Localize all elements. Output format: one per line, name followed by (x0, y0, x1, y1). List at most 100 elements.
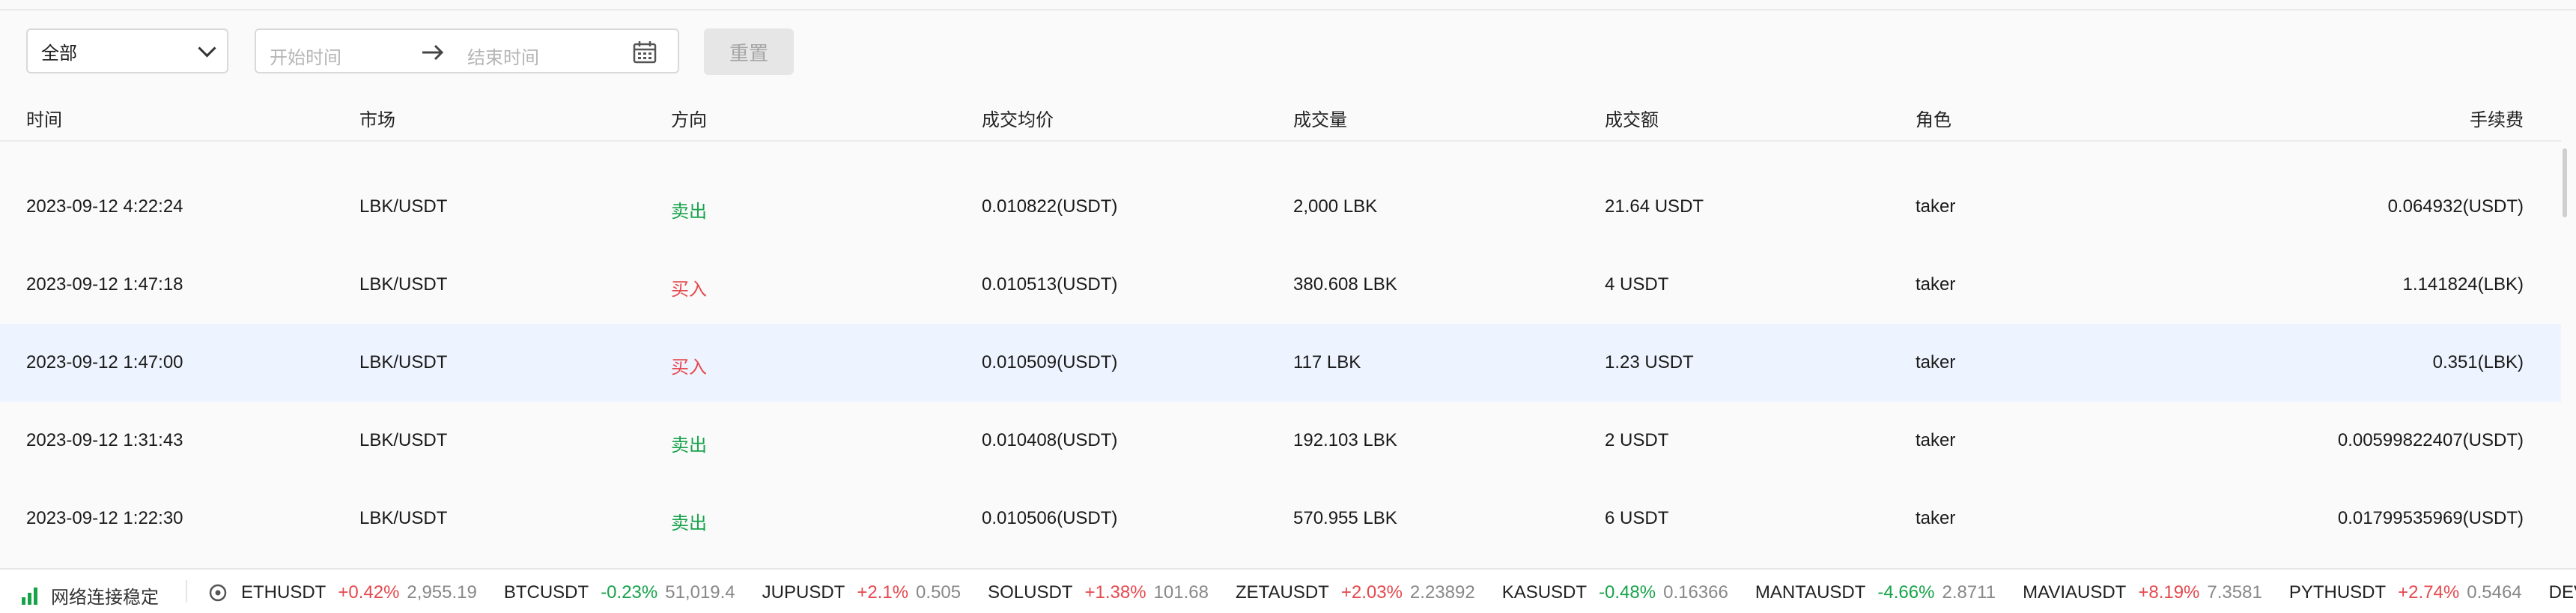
ticker-symbol: MAVIAUSDT (2023, 582, 2127, 603)
start-date-input[interactable]: 开始时间 (270, 43, 341, 69)
ticker-item[interactable]: DEVVEUS (2549, 582, 2576, 603)
cell-amount: 21.64 USDT (1605, 196, 1704, 217)
ticker-item[interactable]: MANTAUSDT -4.66% 2.8711 (1755, 582, 1996, 603)
ticker-change: +0.42% (338, 582, 400, 603)
date-range-picker[interactable]: 开始时间 结束时间 (255, 28, 679, 73)
cell-side: 卖出 (671, 513, 707, 534)
ticker-price: 51,019.4 (665, 582, 735, 603)
ticker-price: 7.3581 (2207, 582, 2262, 603)
signal-icon (22, 587, 37, 605)
ticker-change: -0.48% (1599, 582, 1656, 603)
ticker-symbol: DEVVEUS (2548, 582, 2576, 603)
cell-market: LBK/USDT (359, 196, 448, 217)
cell-avg-price: 0.010822(USDT) (982, 196, 1118, 217)
col-header-time: 时间 (26, 110, 62, 130)
ticker-price: 101.68 (1153, 582, 1209, 603)
ticker-item[interactable]: KASUSDT -0.48% 0.16366 (1502, 582, 1728, 603)
col-header-fee: 手续费 (2470, 110, 2524, 130)
cell-volume: 380.608 LBK (1293, 274, 1397, 295)
calendar-icon[interactable] (632, 40, 657, 68)
table-row[interactable]: 2023-09-12 1:31:43 LBK/USDT 卖出 0.010408(… (0, 402, 2561, 480)
cell-avg-price: 0.010408(USDT) (982, 430, 1118, 450)
cell-role: taker (1916, 196, 1956, 217)
arrow-right-icon (421, 41, 445, 67)
ticker-price: 2.23892 (1409, 582, 1475, 603)
cell-market: LBK/USDT (359, 508, 448, 528)
ticker-item[interactable]: ETHUSDT +0.42% 2,955.19 (241, 582, 477, 603)
cell-fee: 0.351(LBK) (2432, 352, 2524, 372)
col-header-role: 角色 (1916, 110, 1951, 130)
col-header-avg-price: 成交均价 (982, 110, 1054, 130)
cell-fee: 0.064932(USDT) (2387, 196, 2524, 217)
cell-market: LBK/USDT (359, 274, 448, 295)
ticker-change: +1.38% (1084, 582, 1146, 603)
cell-fee: 0.00599822407(USDT) (2337, 430, 2524, 450)
top-divider (0, 9, 2576, 10)
cell-role: taker (1916, 352, 1956, 372)
ticker-symbol: SOLUSDT (988, 582, 1073, 603)
col-header-market: 市场 (359, 110, 395, 130)
chevron-down-icon (198, 38, 216, 58)
cell-market: LBK/USDT (359, 430, 448, 450)
reset-button[interactable]: 重置 (704, 28, 794, 75)
cell-role: taker (1916, 274, 1956, 295)
ticker-item[interactable]: SOLUSDT +1.38% 101.68 (988, 582, 1209, 603)
ticker-item[interactable]: JUPUSDT +2.1% 0.505 (762, 582, 961, 603)
ticker-symbol: ETHUSDT (241, 582, 326, 603)
cell-fee: 0.01799535969(USDT) (2337, 508, 2524, 528)
ticker-price: 0.16366 (1663, 582, 1728, 603)
table-row[interactable]: 2023-09-12 4:22:24 LBK/USDT 卖出 0.010822(… (0, 168, 2561, 246)
cell-volume: 192.103 LBK (1293, 430, 1397, 450)
cell-volume: 570.955 LBK (1293, 508, 1397, 528)
header-divider (0, 140, 2561, 142)
connection-status-text: 网络连接稳定 (51, 588, 159, 608)
ticker-item[interactable]: BTCUSDT -0.23% 51,019.4 (504, 582, 735, 603)
end-date-input[interactable]: 结束时间 (467, 43, 539, 69)
ticker-change: +2.74% (2398, 582, 2460, 603)
col-header-side: 方向 (671, 110, 707, 130)
cell-amount: 4 USDT (1605, 274, 1669, 295)
status-divider (186, 580, 187, 603)
cell-volume: 117 LBK (1293, 352, 1361, 372)
table-scrollbar[interactable] (2563, 148, 2567, 217)
cell-amount: 1.23 USDT (1605, 352, 1694, 372)
cell-side: 买入 (671, 280, 707, 300)
cell-time: 2023-09-12 1:31:43 (26, 430, 183, 450)
ticker-symbol: JUPUSDT (762, 582, 845, 603)
cell-time: 2023-09-12 1:22:30 (26, 508, 183, 528)
cell-amount: 6 USDT (1605, 508, 1669, 528)
cell-side: 买入 (671, 357, 707, 378)
price-ticker: ETHUSDT +0.42% 2,955.19 BTCUSDT -0.23% 51,019… (241, 582, 2576, 603)
market-select[interactable]: 全部 (26, 28, 228, 73)
cell-time: 2023-09-12 1:47:18 (26, 274, 183, 295)
col-header-volume: 成交量 (1293, 110, 1347, 130)
cell-volume: 2,000 LBK (1293, 196, 1378, 217)
table-row[interactable]: 2023-09-12 1:22:30 LBK/USDT 卖出 0.010506(… (0, 480, 2561, 558)
cell-avg-price: 0.010506(USDT) (982, 508, 1118, 528)
col-header-amount: 成交额 (1605, 110, 1659, 130)
ticker-item[interactable]: ZETAUSDT +2.03% 2.23892 (1236, 582, 1475, 603)
cell-role: taker (1916, 508, 1956, 528)
ticker-change: +2.1% (857, 582, 909, 603)
ticker-item[interactable]: PYTHUSDT +2.74% 0.5464 (2289, 582, 2522, 603)
table-row[interactable]: 2023-09-12 1:47:00 LBK/USDT 买入 0.010509(… (0, 324, 2561, 402)
ticker-item[interactable]: MAVIAUSDT +8.19% 7.3581 (2023, 582, 2262, 603)
cell-avg-price: 0.010509(USDT) (982, 352, 1118, 372)
market-select-value: 全部 (41, 43, 77, 64)
ticker-price: 0.5464 (2467, 582, 2522, 603)
cell-avg-price: 0.010513(USDT) (982, 274, 1118, 295)
ticker-change: -4.66% (1877, 582, 1935, 603)
ticker-change: -0.23% (601, 582, 658, 603)
cell-role: taker (1916, 430, 1956, 450)
ticker-price: 2.8711 (1942, 582, 1996, 603)
connection-status: 网络连接稳定 (21, 582, 159, 609)
cell-time: 2023-09-12 4:22:24 (26, 196, 183, 217)
ticker-symbol: ZETAUSDT (1235, 582, 1329, 603)
ticker-change: +8.19% (2138, 582, 2200, 603)
market-icon[interactable] (208, 583, 228, 606)
table-row[interactable]: 2023-09-12 1:47:18 LBK/USDT 买入 0.010513(… (0, 246, 2561, 324)
cell-fee: 1.141824(LBK) (2402, 274, 2524, 295)
cell-amount: 2 USDT (1605, 430, 1669, 450)
cell-time: 2023-09-12 1:47:00 (26, 352, 183, 372)
ticker-price: 2,955.19 (407, 582, 477, 603)
